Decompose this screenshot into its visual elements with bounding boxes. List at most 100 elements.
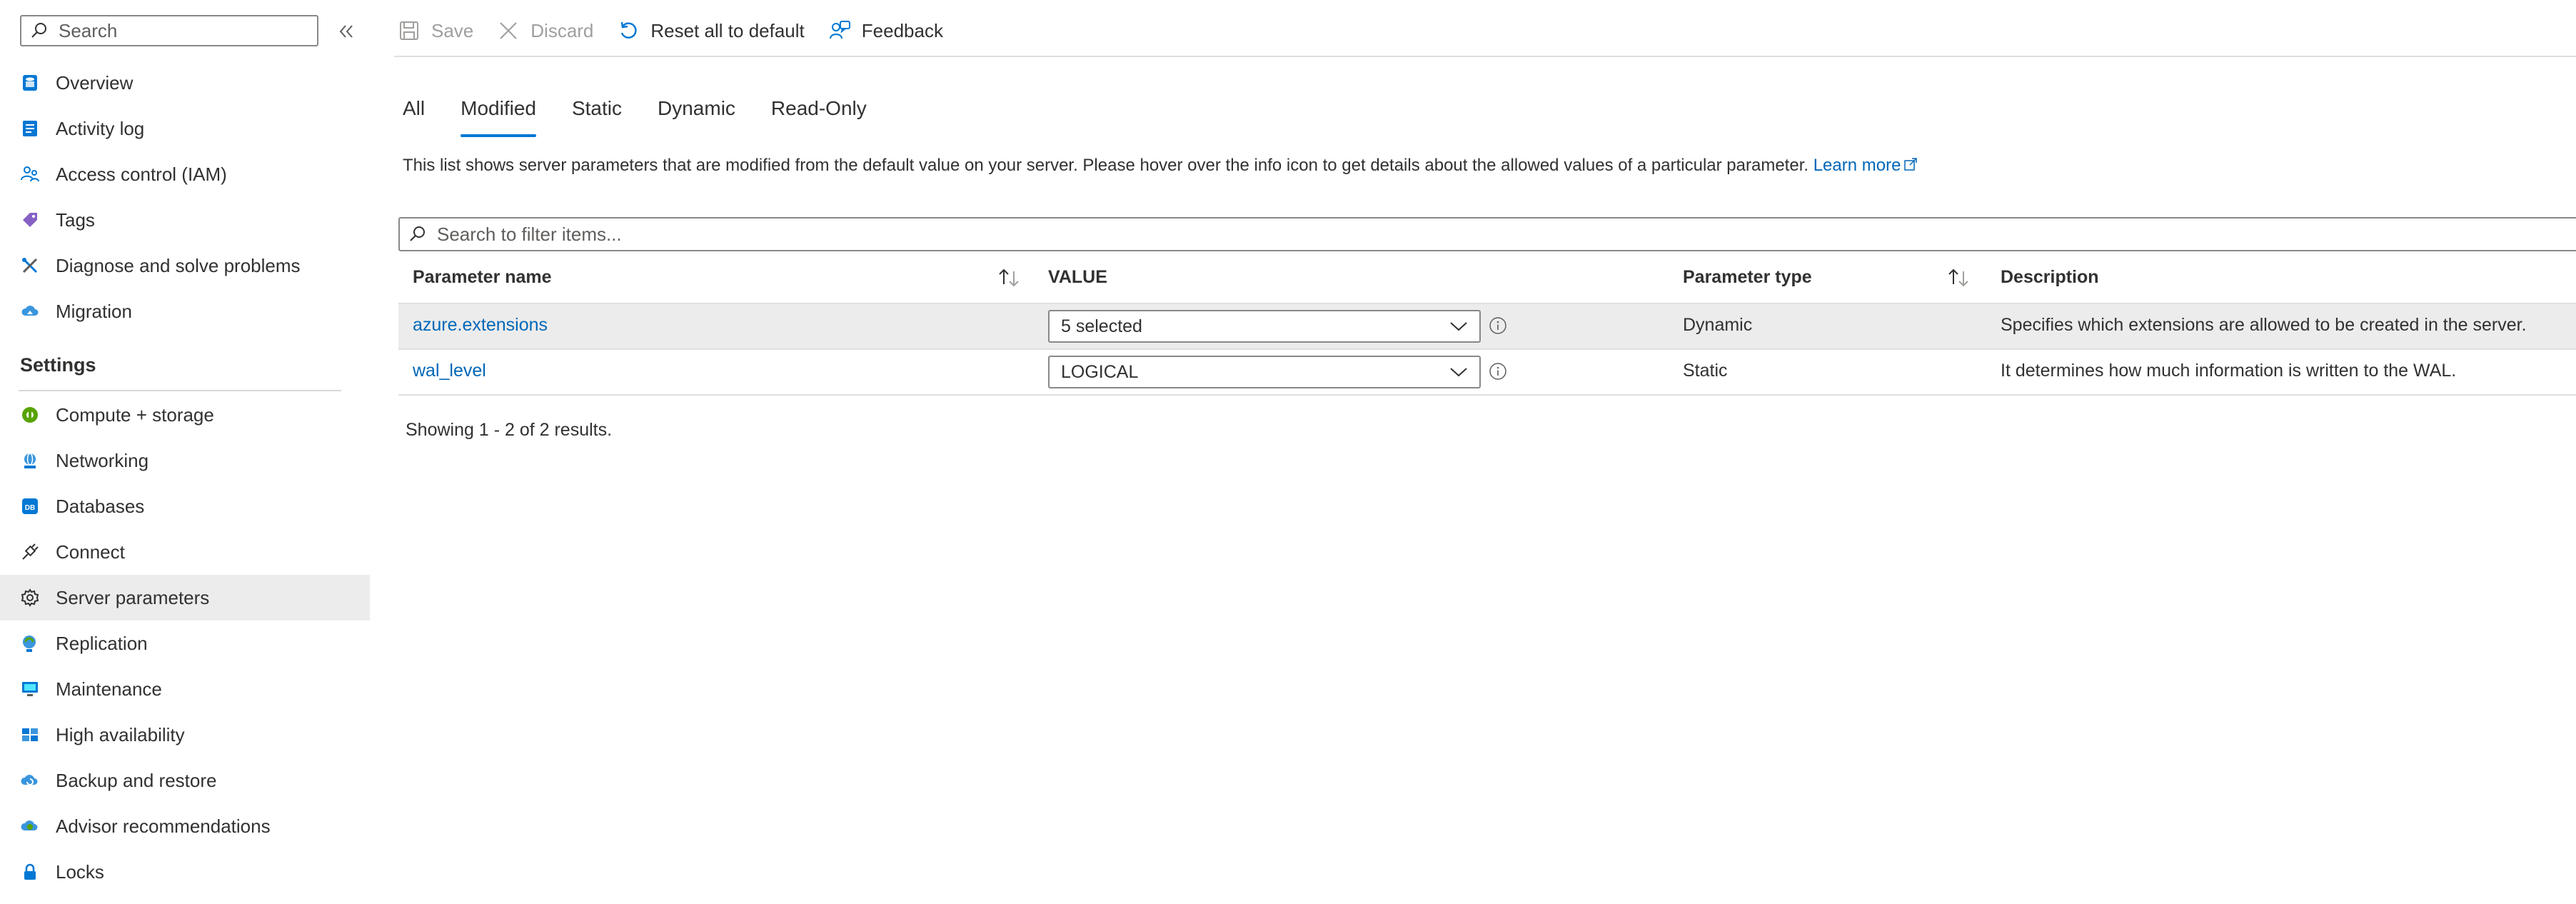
sidebar-item-label: Overview: [56, 71, 134, 94]
parameter-type: Static: [1683, 361, 1728, 381]
monitor-icon: [19, 678, 41, 700]
feedback-icon: [827, 19, 852, 43]
sidebar-item-label: Backup and restore: [56, 769, 217, 791]
sidebar-item-high-availability[interactable]: High availability: [0, 712, 370, 758]
parameter-name-link[interactable]: wal_level: [413, 361, 486, 381]
search-icon: [408, 224, 430, 245]
sidebar-item-label: Maintenance: [56, 678, 162, 700]
sidebar-item-label: Server parameters: [56, 586, 210, 608]
chevron-down-icon: [1448, 316, 1469, 337]
sidebar-item-migration[interactable]: Migration: [0, 288, 370, 334]
replication-icon: [19, 632, 41, 655]
sidebar-item-label: Access control (IAM): [56, 163, 227, 185]
save-label: Save: [431, 19, 474, 41]
tab-static[interactable]: Static: [572, 97, 622, 137]
collapse-sidebar-icon[interactable]: [336, 17, 357, 46]
sidebar-item-label: Locks: [56, 860, 104, 883]
sidebar-item-maintenance[interactable]: Maintenance: [0, 666, 370, 712]
table-row[interactable]: azure.extensions 5 selected Dynamic Spec…: [398, 304, 2576, 350]
high-availability-icon: [19, 723, 41, 746]
filter-box[interactable]: [398, 217, 2576, 251]
header-value[interactable]: VALUE: [1048, 267, 1107, 288]
sidebar-item-replication[interactable]: Replication: [0, 621, 370, 666]
table-row[interactable]: wal_level LOGICAL Static It determines h…: [398, 350, 2576, 396]
parameter-tabs: All Modified Static Dynamic Read-Only: [403, 97, 902, 140]
sidebar-item-label: Advisor recommendations: [56, 815, 271, 837]
sidebar-search-box[interactable]: [20, 15, 318, 46]
sidebar-item-label: Compute + storage: [56, 403, 214, 426]
sidebar-item-tags[interactable]: Tags: [0, 197, 370, 243]
database-overview-icon: [19, 71, 41, 94]
save-icon: [397, 19, 421, 43]
database-icon: DB: [19, 495, 41, 518]
sidebar-item-networking[interactable]: Networking: [0, 438, 370, 483]
results-count: Showing 1 - 2 of 2 results.: [406, 420, 613, 440]
plug-icon: [19, 541, 41, 563]
sidebar-item-connect[interactable]: Connect: [0, 529, 370, 575]
info-icon[interactable]: [1488, 316, 1509, 337]
chevron-down-icon: [1448, 361, 1469, 383]
feedback-label: Feedback: [861, 19, 943, 41]
globe-network-icon: [19, 449, 41, 472]
parameters-grid: Parameter name VALUE Parameter type Desc…: [398, 254, 2576, 396]
svg-text:DB: DB: [25, 504, 35, 512]
sidebar-item-compute-storage[interactable]: Compute + storage: [0, 392, 370, 438]
sidebar-item-databases[interactable]: DB Databases: [0, 483, 370, 529]
sidebar-item-overview[interactable]: Overview: [0, 60, 370, 106]
external-link-icon: [1903, 156, 1918, 176]
wrench-icon: [19, 254, 41, 277]
settings-divider: [19, 390, 341, 391]
parameter-description: Specifies which extensions are allowed t…: [2001, 315, 2527, 335]
tab-all[interactable]: All: [403, 97, 425, 137]
undo-icon: [616, 19, 640, 43]
parameter-type: Dynamic: [1683, 315, 1753, 335]
sort-icon[interactable]: [997, 267, 1022, 292]
sidebar-item-label: High availability: [56, 723, 185, 745]
sidebar-item-label: Databases: [56, 495, 145, 517]
sidebar-search-input[interactable]: [59, 19, 301, 42]
search-icon: [30, 20, 51, 41]
learn-more-link[interactable]: Learn more: [1813, 156, 1918, 175]
value-dropdown[interactable]: LOGICAL: [1048, 356, 1481, 388]
info-message-text: This list shows server parameters that a…: [403, 156, 1809, 175]
close-icon: [496, 19, 520, 43]
settings-section-heading: Settings: [20, 354, 96, 376]
dropdown-value: 5 selected: [1061, 316, 1142, 336]
parameter-description: It determines how much information is wr…: [2001, 361, 2457, 381]
sidebar-item-backup-restore[interactable]: Backup and restore: [0, 758, 370, 803]
header-parameter-type[interactable]: Parameter type: [1683, 267, 1812, 288]
sidebar-item-advisor[interactable]: Advisor recommendations: [0, 803, 370, 849]
sort-icon[interactable]: [1946, 267, 1972, 292]
tab-read-only[interactable]: Read-Only: [771, 97, 867, 137]
parameter-name-link[interactable]: azure.extensions: [413, 315, 548, 336]
sidebar-item-activity-log[interactable]: Activity log: [0, 106, 370, 151]
people-icon: [19, 163, 41, 186]
feedback-button[interactable]: Feedback: [827, 19, 943, 43]
filter-input[interactable]: [437, 223, 1294, 246]
sidebar-item-label: Networking: [56, 449, 149, 471]
header-parameter-name[interactable]: Parameter name: [413, 267, 552, 288]
tab-dynamic[interactable]: Dynamic: [658, 97, 735, 137]
sidebar-item-label: Connect: [56, 541, 125, 563]
tab-modified[interactable]: Modified: [461, 97, 536, 137]
discard-button[interactable]: Discard: [496, 19, 593, 43]
toolbar-divider: [394, 56, 2576, 57]
cloud-backup-icon: [19, 769, 41, 792]
tag-icon: [19, 209, 41, 231]
sidebar-item-label: Migration: [56, 300, 132, 322]
discard-label: Discard: [530, 19, 594, 41]
cloud-migration-icon: [19, 300, 41, 323]
sidebar-item-locks[interactable]: Locks: [0, 849, 370, 895]
save-button[interactable]: Save: [397, 19, 473, 43]
sidebar-item-label: Replication: [56, 632, 148, 654]
sidebar-item-access-control[interactable]: Access control (IAM): [0, 151, 370, 197]
sidebar-item-server-parameters[interactable]: Server parameters: [0, 575, 370, 621]
sidebar-item-diagnose[interactable]: Diagnose and solve problems: [0, 243, 370, 288]
value-dropdown[interactable]: 5 selected: [1048, 310, 1481, 343]
reset-all-button[interactable]: Reset all to default: [616, 19, 805, 43]
lock-icon: [19, 860, 41, 883]
info-message: This list shows server parameters that a…: [403, 156, 1918, 176]
reset-label: Reset all to default: [650, 19, 805, 41]
info-icon[interactable]: [1488, 361, 1509, 383]
compute-icon: [19, 403, 41, 426]
